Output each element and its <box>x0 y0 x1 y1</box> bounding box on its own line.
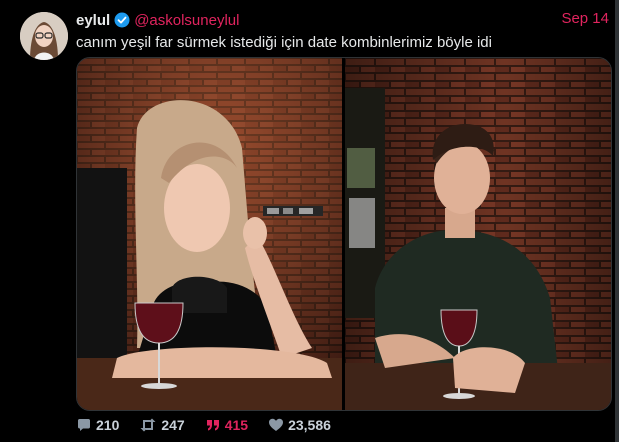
retweet-action[interactable]: 247 <box>139 417 185 433</box>
heart-icon <box>269 418 284 431</box>
media-grid <box>76 57 612 411</box>
display-name[interactable]: eylul <box>76 12 110 29</box>
verified-badge-icon <box>114 12 130 28</box>
tweet-actions: 210 247 415 23,586 <box>76 416 351 434</box>
photo-right-image <box>345 58 611 410</box>
window-edge <box>615 0 619 442</box>
reply-icon <box>78 419 90 431</box>
photo-woman-with-wine[interactable] <box>77 58 342 410</box>
photo-left-image <box>77 58 342 410</box>
tweet-header: eylul @askolsuneylul <box>76 10 239 30</box>
retweet-icon <box>140 418 156 432</box>
quote-action[interactable]: 415 <box>205 417 248 433</box>
reply-action[interactable]: 210 <box>76 417 119 433</box>
avatar[interactable] <box>20 12 68 60</box>
reply-count: 210 <box>96 417 120 433</box>
tweet-date[interactable]: Sep 14 <box>561 10 609 27</box>
quote-icon <box>206 420 219 431</box>
user-handle[interactable]: @askolsuneylul <box>134 12 239 29</box>
avatar-image <box>20 12 68 60</box>
quote-count: 415 <box>224 417 249 433</box>
photo-man-with-wine[interactable] <box>345 58 611 410</box>
tweet-text: canım yeşil far sürmek istediği için dat… <box>76 34 492 51</box>
like-count: 23,586 <box>288 417 331 433</box>
retweet-count: 247 <box>161 417 185 433</box>
like-action[interactable]: 23,586 <box>268 417 331 433</box>
